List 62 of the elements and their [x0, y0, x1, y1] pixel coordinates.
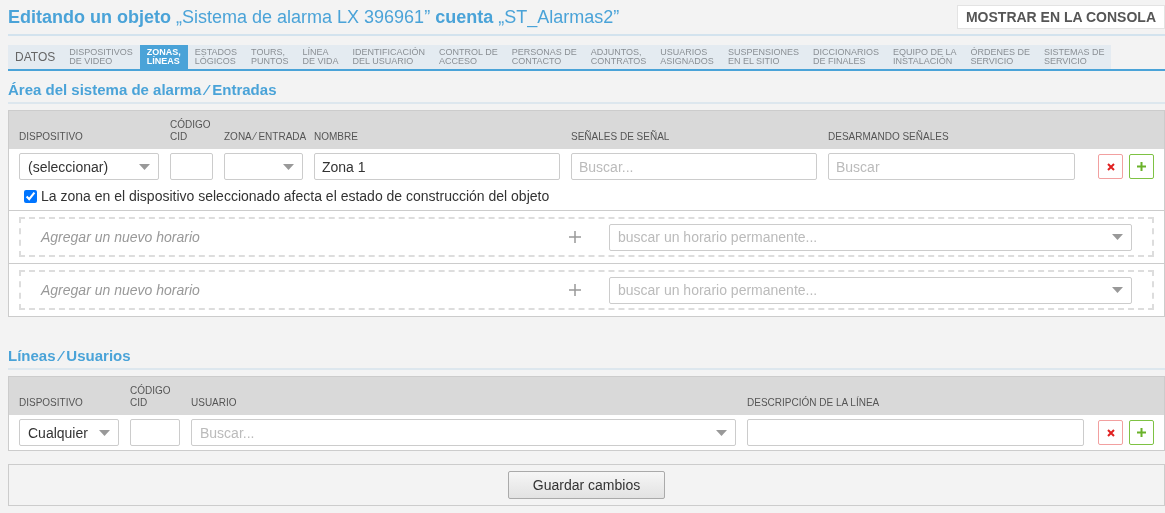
checkbox-label: La zona en el dispositivo seleccionado afecta el estado de construcción del objeto — [41, 188, 550, 204]
tab[interactable]: CONTROL DE ACCESO — [432, 45, 505, 69]
plus-icon — [1137, 162, 1146, 171]
caret-icon — [283, 163, 294, 170]
column-header: USUARIO — [191, 397, 238, 409]
signals-search-field[interactable]: Buscar... — [571, 153, 817, 180]
device-select[interactable]: Cualquier — [19, 419, 119, 446]
schedule-drop-area: Agregar un nuevo horario buscar un horario permanente... — [19, 217, 1154, 257]
tab[interactable]: PERSONAS DE CONTACTO — [504, 45, 584, 69]
tab[interactable]: USUARIOS ASIGNADOS — [653, 45, 721, 69]
plus-icon[interactable] — [569, 231, 581, 243]
tab[interactable]: TOURS, PUNTOS — [244, 45, 296, 69]
delete-button[interactable] — [1098, 154, 1123, 179]
name-input[interactable]: Zona 1 — [314, 153, 560, 180]
tab[interactable]: DISPOSITIVOS DE VIDEO — [62, 45, 140, 69]
tab[interactable]: ADJUNTOS, CONTRATOS — [583, 45, 654, 69]
tab[interactable]: DATOS — [8, 45, 63, 69]
caret-icon — [99, 429, 110, 436]
column-header: SEÑALES DE SEÑAL — [571, 131, 671, 143]
cid-input[interactable] — [170, 153, 213, 180]
delete-button[interactable] — [1098, 420, 1123, 445]
tab[interactable]: ZONAS, LÍNEAS — [139, 45, 188, 69]
caret-icon — [716, 429, 727, 436]
caret-icon — [1112, 287, 1123, 293]
page-title: Editando un objeto „Sistema de alarma LX 396961” cuenta „ST_Alarmas2” — [8, 6, 620, 28]
add-button[interactable] — [1129, 154, 1154, 179]
tab[interactable]: EQUIPO DE LA INSTALACIÓN — [885, 45, 964, 69]
tab[interactable]: SUSPENSIONES EN EL SITIO — [720, 45, 806, 69]
save-button[interactable]: Guardar cambios — [508, 471, 665, 499]
schedule-select[interactable]: buscar un horario permanente... — [609, 223, 1132, 251]
tab[interactable]: ÓRDENES DE SERVICIO — [963, 45, 1037, 69]
column-header: DESARMANDO SEÑALES — [828, 131, 950, 143]
column-header: NOMBRE — [314, 131, 359, 143]
close-icon — [1106, 162, 1115, 171]
close-icon — [1106, 428, 1115, 437]
cid-input[interactable] — [130, 419, 180, 446]
column-header: DISPOSITIVO — [19, 131, 84, 143]
user-select[interactable]: Buscar... — [191, 419, 736, 446]
plus-icon — [1137, 428, 1146, 437]
show-in-console-button[interactable]: MOSTRAR EN LA CONSOLA — [956, 5, 1165, 29]
column-header: DISPOSITIVO — [19, 397, 84, 409]
add-button[interactable] — [1129, 420, 1154, 445]
section-title: Líneas ⁄ Usuarios — [8, 337, 1165, 370]
tab[interactable]: LÍNEA DE VIDA — [295, 45, 346, 69]
tab[interactable]: SISTEMAS DE SERVICIO — [1036, 45, 1112, 69]
column-header: CÓDIGO CID — [170, 119, 212, 143]
checkbox[interactable] — [24, 189, 37, 203]
column-header: DESCRIPCIÓN DE LA LÍNEA — [747, 397, 881, 409]
plus-icon[interactable] — [569, 284, 581, 296]
description-input[interactable] — [747, 419, 1084, 446]
schedule-drop-area: Agregar un nuevo horario buscar un horario permanente... — [19, 270, 1154, 310]
schedule-select[interactable]: buscar un horario permanente... — [609, 276, 1132, 304]
section-title: Área del sistema de alarma ⁄ Entradas — [8, 71, 1165, 104]
tab[interactable]: ESTADOS LÓGICOS — [187, 45, 245, 69]
disarm-search-field[interactable]: Buscar — [828, 153, 1075, 180]
device-select[interactable]: (seleccionar) — [19, 153, 159, 180]
caret-icon — [139, 163, 150, 170]
zone-select[interactable] — [224, 153, 303, 180]
caret-icon — [1112, 234, 1123, 240]
tab[interactable]: DICCIONARIOS DE FINALES — [805, 45, 886, 69]
tab[interactable]: IDENTIFICACIÓN DEL USUARIO — [345, 45, 432, 69]
column-header: CÓDIGO CID — [130, 385, 172, 409]
